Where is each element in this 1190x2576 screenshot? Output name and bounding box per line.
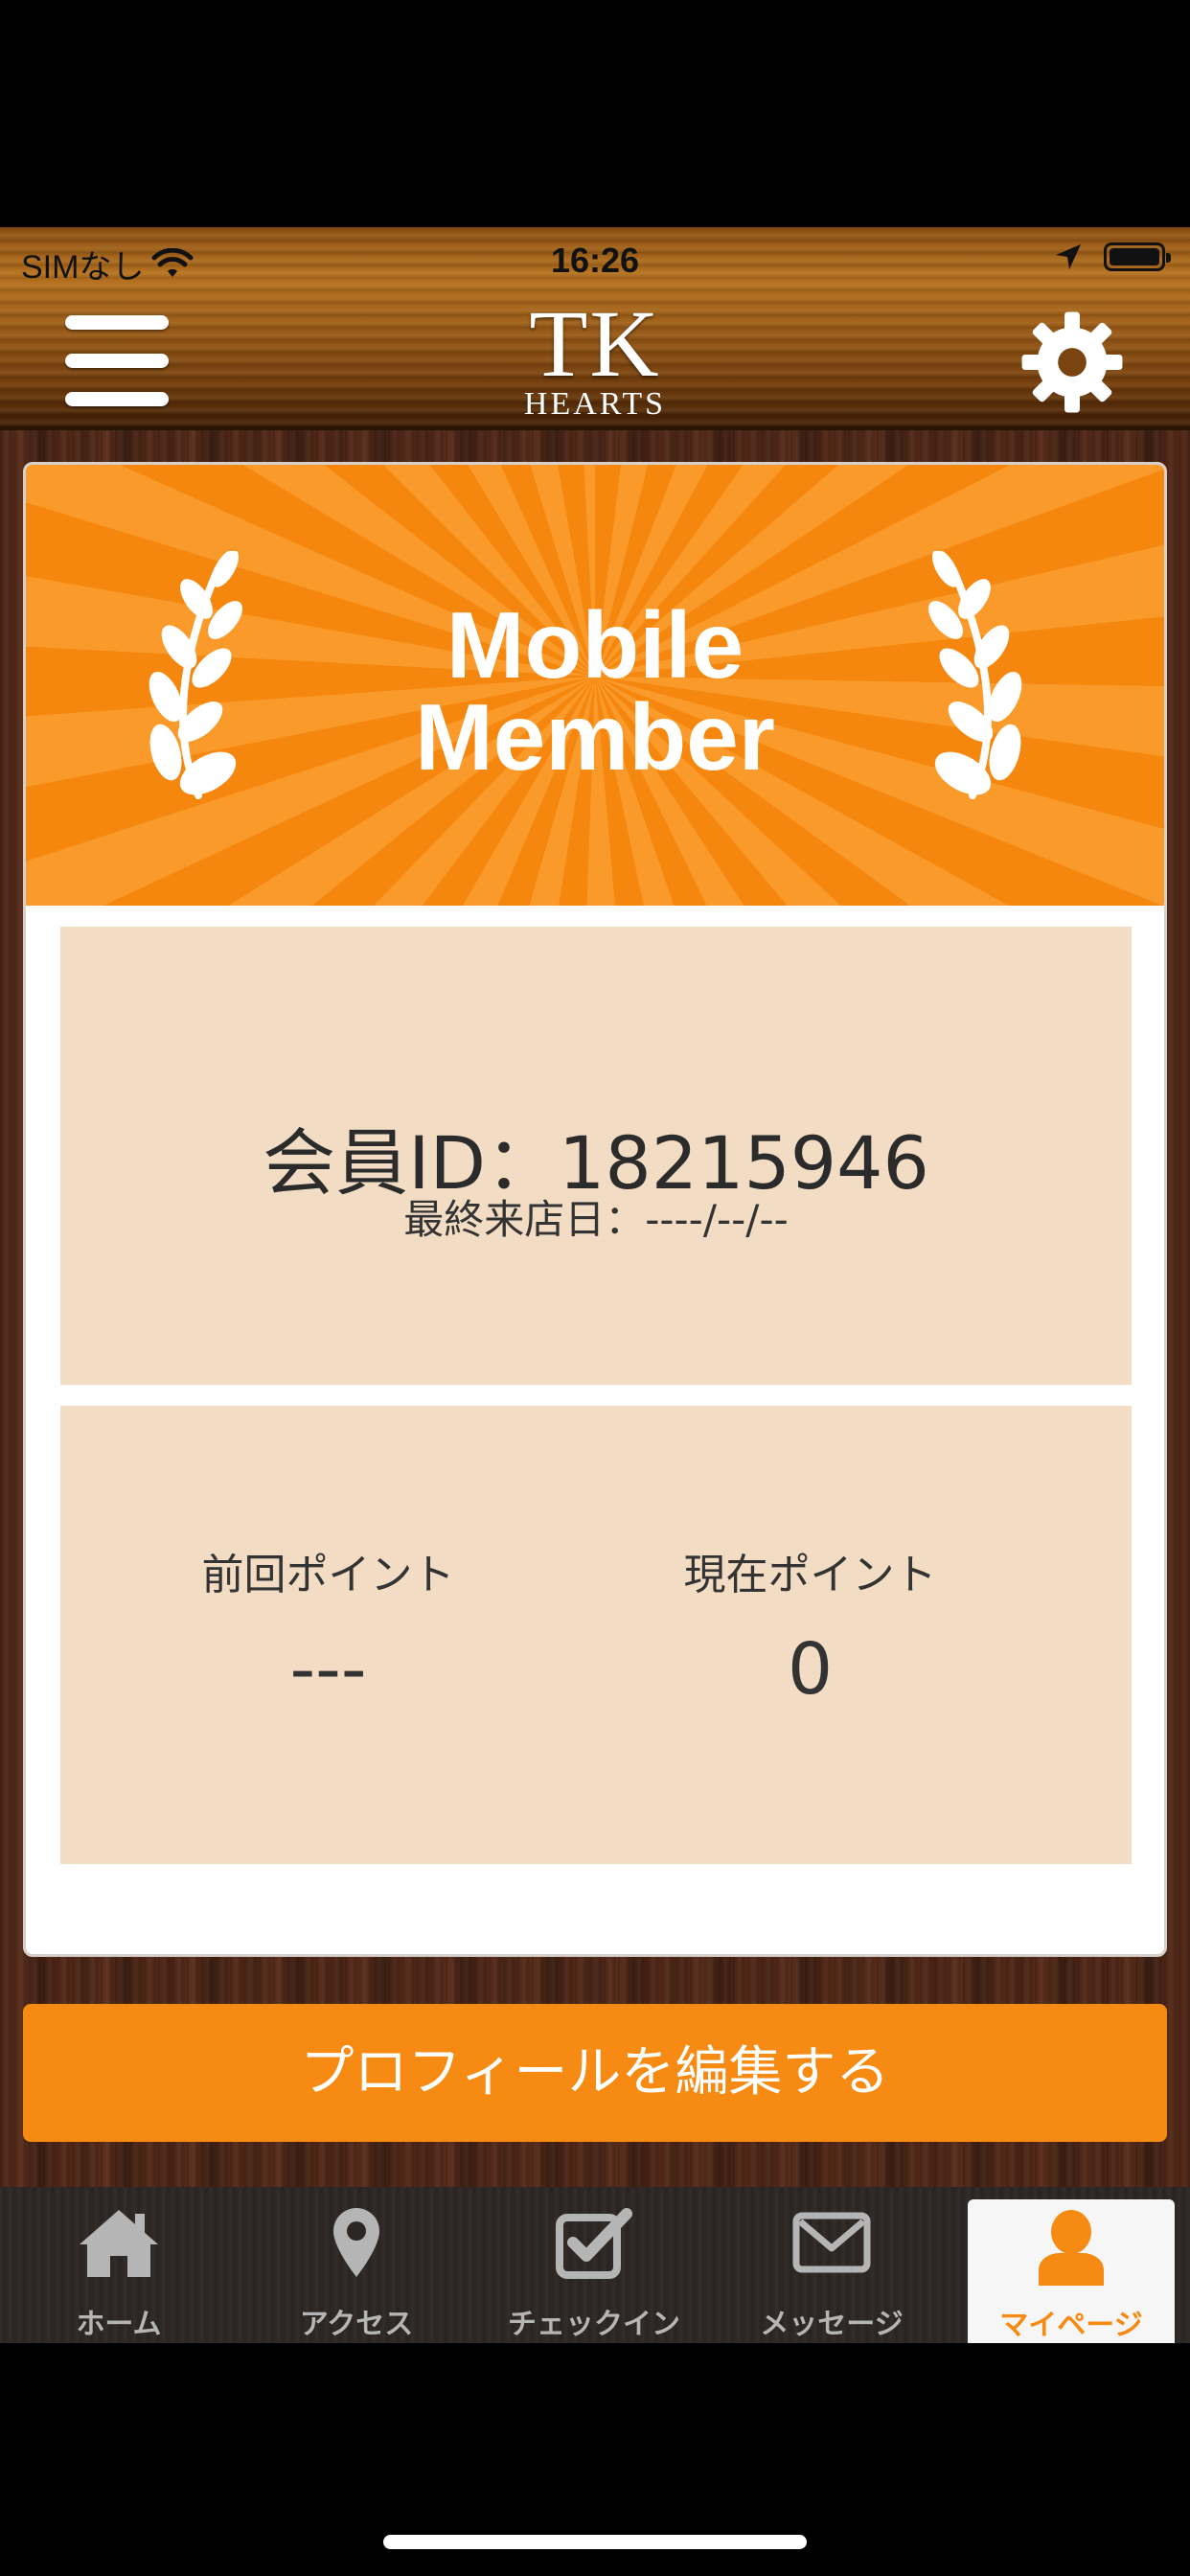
points-panel: 前回ポイント --- 現在ポイント 0: [60, 1406, 1132, 1864]
tab-home[interactable]: ホーム: [0, 2187, 238, 2343]
current-points-label: 現在ポイント: [683, 1551, 937, 1599]
tab-bar: ホーム アクセス チェックイン メッセージ マイページ: [0, 2187, 1190, 2343]
last-visit-date: 最終来店日：----/--/--: [403, 1196, 789, 1243]
tab-access-label: アクセス: [299, 2308, 414, 2341]
home-icon: [80, 2210, 158, 2277]
current-points: 現在ポイント 0: [542, 1540, 1078, 1711]
envelope-icon: [792, 2212, 871, 2273]
tab-message-label: メッセージ: [760, 2308, 904, 2341]
previous-points-label: 前回ポイント: [201, 1551, 455, 1599]
edit-profile-button[interactable]: プロフィールを編集する: [23, 2004, 1167, 2142]
tab-message[interactable]: メッセージ: [713, 2187, 950, 2343]
location-arrow-icon: [1056, 244, 1081, 269]
status-indicators: [1054, 242, 1171, 271]
status-time: 16:26: [550, 241, 640, 280]
tab-mypage[interactable]: マイページ: [968, 2199, 1175, 2343]
logo-main: TK: [529, 290, 661, 397]
home-indicator: [383, 2535, 807, 2549]
app-screen: SIMなし 16:26 TK HEARTS Mobile Member 会員ID…: [0, 227, 1190, 2343]
battery-icon: [1104, 242, 1171, 271]
gear-icon: [1021, 311, 1123, 413]
settings-button[interactable]: [1018, 308, 1127, 417]
app-header: SIMなし 16:26 TK HEARTS: [0, 227, 1190, 430]
checkbox-icon: [556, 2208, 632, 2279]
member-banner: Mobile Member: [26, 465, 1164, 906]
current-points-value: 0: [787, 1628, 834, 1711]
map-pin-icon: [333, 2208, 379, 2277]
app-logo: TK HEARTS: [0, 290, 1190, 422]
previous-points-value: ---: [289, 1628, 367, 1711]
laurel-icon: [928, 551, 1022, 799]
tab-mypage-label: マイページ: [999, 2309, 1143, 2342]
user-icon: [1039, 2210, 1104, 2286]
logo-sub: HEARTS: [523, 386, 667, 422]
tab-checkin-label: チェックイン: [508, 2308, 680, 2341]
tab-checkin[interactable]: チェックイン: [475, 2187, 713, 2343]
member-id-panel: 会員ID：18215946 最終来店日：----/--/--: [60, 927, 1132, 1385]
tab-access[interactable]: アクセス: [238, 2187, 475, 2343]
previous-points: 前回ポイント ---: [60, 1540, 596, 1711]
member-card: Mobile Member 会員ID：18215946 最終来店日：----/-…: [23, 462, 1167, 1957]
tab-home-label: ホーム: [76, 2308, 162, 2341]
